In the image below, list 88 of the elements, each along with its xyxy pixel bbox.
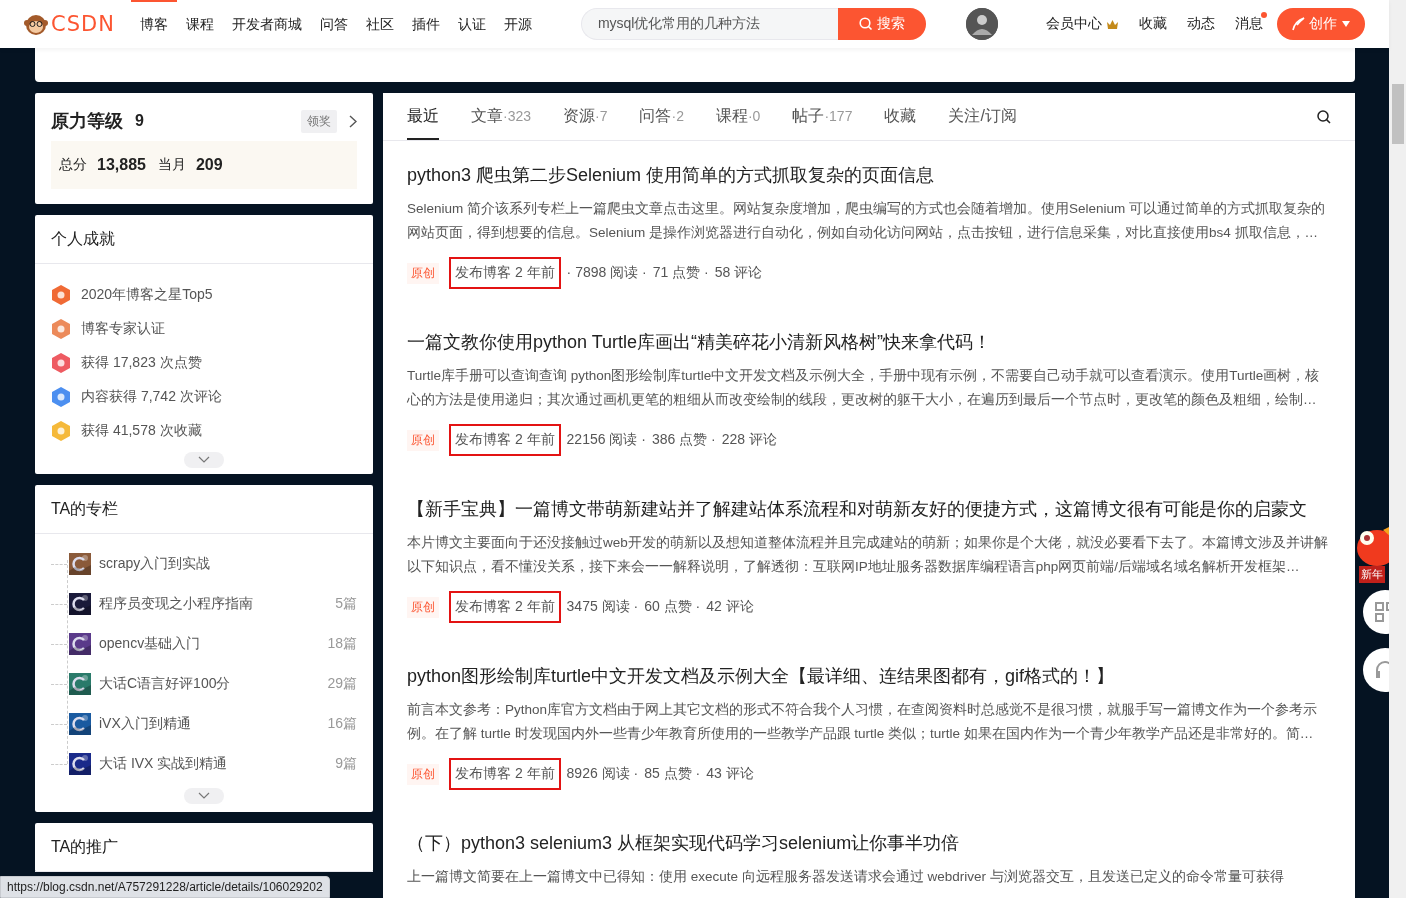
card-title: TA的推广	[35, 823, 373, 872]
article-title[interactable]: 【新手宝典】一篇博文带萌新建站并了解建站体系流程和对萌新友好的便捷方式，这篇博文很有可能是你的启蒙文	[407, 497, 1331, 521]
monkey-logo-icon	[24, 13, 48, 35]
column-item[interactable]: scrapy入门到实战	[51, 544, 357, 584]
level-value: 9	[135, 112, 144, 130]
article-summary: Selenium 简介该系列专栏上一篇爬虫文章点击这里。网站复杂度增加，爬虫编写的方式也会随着增加。使用Selenium 可以通过简单的方式抓取复杂的网站页面，得到想要的信息。Selenium 是操作浏览器进行自动化，例如自动化访问网站，点击按钮，进行信息采集，对比直接使用bs4 抓取信息，…	[407, 200, 1327, 242]
article-stat: 22156 阅读 ·	[566, 431, 646, 449]
original-tag: 原创	[407, 596, 439, 618]
nav-link[interactable]: 博客	[130, 0, 177, 48]
caret-down-icon	[1341, 20, 1351, 28]
article-summary: 本片博文主要面向于还没接触过web开发的萌新以及想知道整体流程并且完成建站的萌新；如果你是个大佬，就没必要看下去了。本篇博文涉及并讲解以下知识点，看不懂没关系，接下来会一一解释说明，了解透彻：互联网IP地址服务器数据库编程语言php网页前端/后端域名域名解析开发框架…	[407, 534, 1329, 576]
search-field[interactable]: mysql优化常用的几种方法	[580, 8, 838, 40]
level-title: 原力等级	[51, 110, 123, 133]
score-label: 总分	[59, 156, 87, 174]
article-stat: · 7898 阅读 ·	[566, 264, 647, 282]
column-item[interactable]: 程序员变现之小程序指南 5篇	[51, 584, 357, 624]
article-stat: 386 点赞 ·	[651, 431, 716, 449]
header-link[interactable]: 收藏	[1129, 15, 1177, 33]
nav-link[interactable]: 插件	[402, 0, 449, 48]
article-stat: 3475 阅读 ·	[566, 598, 639, 616]
publish-date: 发布博客 2 年前	[449, 591, 561, 623]
promo-label[interactable]: 新年	[1359, 566, 1385, 583]
achievement-text: 博客专家认证	[81, 320, 165, 338]
article-title[interactable]: python图形绘制库turtle中文开发文档及示例大全【最详细、连结果图都有，gif格式的！】	[407, 664, 1331, 688]
status-url: https://blog.csdn.net/A757291228/article/details/106029202	[7, 880, 323, 894]
article-title[interactable]: 一篇文教你使用python Turtle库画出“精美碎花小清新风格树”快来拿代码！	[407, 330, 1331, 354]
article-title[interactable]: python3 爬虫第二步Selenium 使用简单的方式抓取复杂的页面信息	[407, 163, 1331, 187]
tab[interactable]: 文章·323	[471, 93, 532, 140]
original-tag: 原创	[407, 763, 439, 785]
article-stat: 8926 阅读 ·	[566, 765, 639, 783]
article-title[interactable]: （下）python3 selenium3 从框架实现代码学习selenium让你事半功倍	[407, 831, 1331, 855]
article-stat: 58 评论	[714, 264, 763, 282]
header-link[interactable]: 动态	[1177, 15, 1225, 33]
article-stat: 42 评论	[706, 598, 754, 616]
score-value: 209	[195, 156, 223, 174]
nav-link[interactable]: 社区	[356, 0, 403, 48]
chevron-down-icon	[198, 792, 210, 800]
column-item[interactable]: 大话C语言好评100分 29篇	[51, 664, 357, 704]
article-summary: Turtle库手册可以查询查询 python图形绘制库turtle中文开发文档及示例大全，手册中现有示例，不需要自己动手就可以查看演示。使用Turtle画树，核心的方法是使用递归；其次通过画机更笔的粗细从而改变绘制的线段，更改树的躯干大小，在遍历到最后一个节点时，更改笔的颜色及粗细，绘制…	[407, 367, 1321, 409]
tab[interactable]: 课程·0	[715, 93, 761, 140]
card-title: TA的专栏	[35, 485, 373, 534]
avatar[interactable]	[965, 8, 998, 40]
card-title: 个人成就	[35, 215, 373, 264]
tab[interactable]: 收藏	[884, 93, 917, 140]
crown-icon	[1106, 18, 1119, 30]
tab[interactable]: 帖子·177	[792, 93, 853, 140]
achievement-text: 获得 41,578 次收藏	[81, 422, 202, 440]
achievement-text: 2020年博客之星Top5	[81, 286, 213, 304]
header-link[interactable]: 消息	[1225, 15, 1273, 33]
publish-date: 发布博客 2 年前	[449, 257, 561, 289]
header-link[interactable]: 会员中心	[1036, 15, 1129, 33]
article-stat: 228 评论	[721, 431, 777, 449]
article-summary: 前言本文参考：Python库官方文档由于网上其它文档的形式不符合我个人习惯，在查阅资料时总感觉不是很习惯，就服手写一篇博文作为一个参考示例。在了解 turtle 时发现国内外一些青少年教育所使用的一些教学产品跟 turtle 类似；turtle 如果在国内作为一个青少年教学产品还是非常好的。简…	[407, 701, 1319, 743]
nav-link[interactable]: 课程	[176, 0, 223, 48]
publish-date: 发布博客 2 年前	[449, 758, 561, 790]
article-summary: 上一篇博文简要在上一篇博文中已得知：使用 execute 向远程服务器发送请求会通过 webdriver 与浏览器交互，且发送已定义的命令常量可获得	[407, 868, 1285, 886]
original-tag: 原创	[407, 429, 439, 451]
nav-link[interactable]: 问答	[310, 0, 357, 48]
claim-button[interactable]: 领奖	[301, 109, 337, 133]
tab[interactable]: 最近	[407, 93, 439, 140]
score-label: 当月	[157, 156, 186, 174]
publish-date: 发布博客 2 年前	[449, 424, 561, 456]
column-item[interactable]: opencv基础入门 18篇	[51, 624, 357, 664]
chevron-right-icon[interactable]	[349, 114, 357, 128]
nav-link[interactable]: 开发者商城	[222, 0, 311, 48]
article-stat: 71 点赞 ·	[652, 264, 709, 282]
scrollbar-thumb[interactable]	[1392, 84, 1404, 144]
headset-icon	[1375, 660, 1389, 680]
article-stat: 85 点赞 ·	[644, 765, 701, 783]
article-stat: 43 评论	[706, 765, 754, 783]
achievement-text: 内容获得 7,742 次评论	[81, 388, 222, 406]
qr-code-icon	[1375, 602, 1389, 622]
tab[interactable]: 问答·2	[639, 93, 684, 140]
tab[interactable]: 关注/订阅	[948, 93, 1017, 140]
tab[interactable]: 资源·7	[563, 93, 608, 140]
original-tag: 原创	[407, 262, 439, 284]
search-icon[interactable]	[1317, 109, 1331, 124]
achievement-text: 获得 17,823 次点赞	[81, 354, 202, 372]
search-icon	[858, 17, 873, 31]
score-value: 13,885	[97, 156, 146, 174]
logo-text: CSDN	[51, 12, 115, 36]
quill-icon	[1291, 17, 1305, 31]
column-item[interactable]: 大话 IVX 实战到精通 9篇	[51, 744, 357, 784]
nav-link[interactable]: 开源	[494, 0, 541, 48]
chevron-down-icon	[198, 456, 210, 464]
nav-link[interactable]: 认证	[448, 0, 495, 48]
article-stat: 60 点赞 ·	[644, 598, 701, 616]
column-item[interactable]: iVX入门到精通 16篇	[51, 704, 357, 744]
